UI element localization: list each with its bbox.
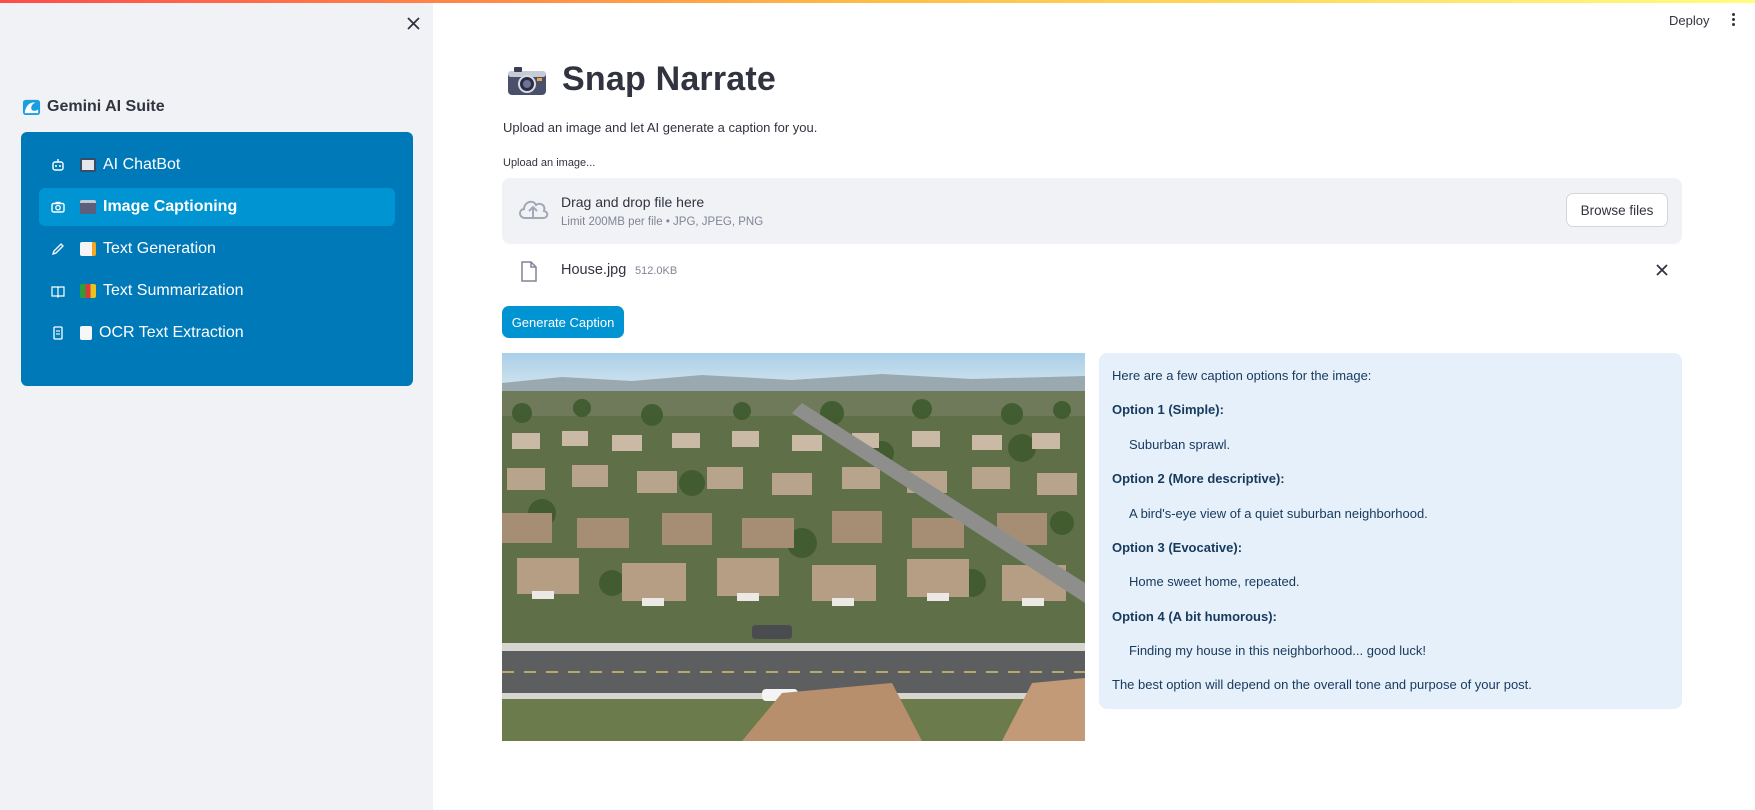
remove-file-button[interactable] — [1656, 260, 1668, 281]
menu-item-label: Image Captioning — [103, 198, 238, 215]
brand: Gemini AI Suite — [22, 97, 165, 116]
caption-result-box: Here are a few caption options for the i… — [1099, 353, 1682, 709]
brand-name: Gemini AI Suite — [47, 97, 165, 115]
book-icon — [51, 284, 65, 298]
drop-hint: Limit 200MB per file • JPG, JPEG, PNG — [561, 216, 764, 228]
uploaded-image-preview — [502, 353, 1085, 741]
file-dropzone[interactable]: Drag and drop file here Limit 200MB per … — [502, 178, 1682, 244]
caption-option-heading: Option 2 (More descriptive): — [1112, 471, 1285, 486]
page-title: Snap Narrate — [562, 60, 777, 98]
top-decoration-bar — [0, 0, 1755, 3]
file-size: 512.0KB — [635, 265, 678, 277]
menu-item-ocr-text-extraction[interactable]: OCR Text Extraction — [39, 314, 395, 352]
neighborhood-photo — [502, 353, 1085, 741]
page-emoji-icon — [80, 326, 92, 340]
main-menu-kebab-icon[interactable] — [1729, 13, 1737, 29]
page-subtitle: Upload an image and let AI generate a ca… — [503, 120, 818, 135]
caption-option-heading: Option 3 (Evocative): — [1112, 540, 1243, 555]
page-title-row: Snap Narrate — [506, 60, 776, 99]
wave-logo-icon — [22, 99, 41, 116]
menu-item-text-summarization[interactable]: Text Summarization — [39, 272, 395, 310]
browse-files-button[interactable]: Browse files — [1566, 193, 1668, 227]
camera-emoji-icon — [508, 66, 546, 95]
menu-item-label: OCR Text Extraction — [99, 324, 244, 341]
pencil-icon — [51, 242, 65, 256]
drop-title: Drag and drop file here — [561, 194, 705, 210]
close-icon — [406, 16, 420, 30]
close-icon — [1656, 264, 1668, 276]
sidebar: Gemini AI Suite AI ChatBot Image Caption… — [0, 0, 433, 810]
generate-caption-button[interactable]: Generate Caption — [502, 306, 624, 338]
robot-icon — [51, 158, 65, 172]
menu-item-image-captioning[interactable]: Image Captioning — [39, 188, 395, 226]
books-emoji-icon — [80, 284, 96, 298]
navigation-menu: AI ChatBot Image Captioning Text Generat… — [21, 132, 413, 386]
menu-item-ai-chatbot[interactable]: AI ChatBot — [39, 146, 395, 184]
robot-emoji-icon — [80, 158, 96, 172]
close-sidebar-button[interactable] — [402, 12, 424, 34]
caption-option-text: Finding my house in this neighborhood...… — [1129, 643, 1427, 658]
menu-item-label: Text Generation — [103, 240, 216, 257]
memo-emoji-icon — [80, 242, 96, 256]
caption-option-text: Suburban sprawl. — [1129, 437, 1231, 452]
uploaded-file-row: House.jpg 512.0KB — [502, 254, 1682, 290]
menu-item-text-generation[interactable]: Text Generation — [39, 230, 395, 268]
caption-option-text: Home sweet home, repeated. — [1129, 574, 1300, 589]
menu-item-label: Text Summarization — [103, 282, 244, 299]
caption-option-heading: Option 1 (Simple): — [1112, 402, 1224, 417]
upload-label: Upload an image... — [503, 157, 596, 169]
caption-option-text: A bird's-eye view of a quiet suburban ne… — [1129, 506, 1428, 521]
cloud-upload-icon — [519, 200, 549, 219]
camera-icon — [51, 200, 65, 214]
caption-outro: The best option will depend on the overa… — [1112, 677, 1532, 692]
camera-emoji-icon — [80, 200, 96, 214]
caption-option-heading: Option 4 (A bit humorous): — [1112, 609, 1277, 624]
menu-item-label: AI ChatBot — [103, 156, 181, 173]
file-icon — [521, 261, 537, 282]
file-name: House.jpg — [561, 262, 627, 278]
document-icon — [51, 326, 65, 340]
caption-intro: Here are a few caption options for the i… — [1112, 368, 1372, 383]
deploy-button[interactable]: Deploy — [1669, 13, 1709, 28]
